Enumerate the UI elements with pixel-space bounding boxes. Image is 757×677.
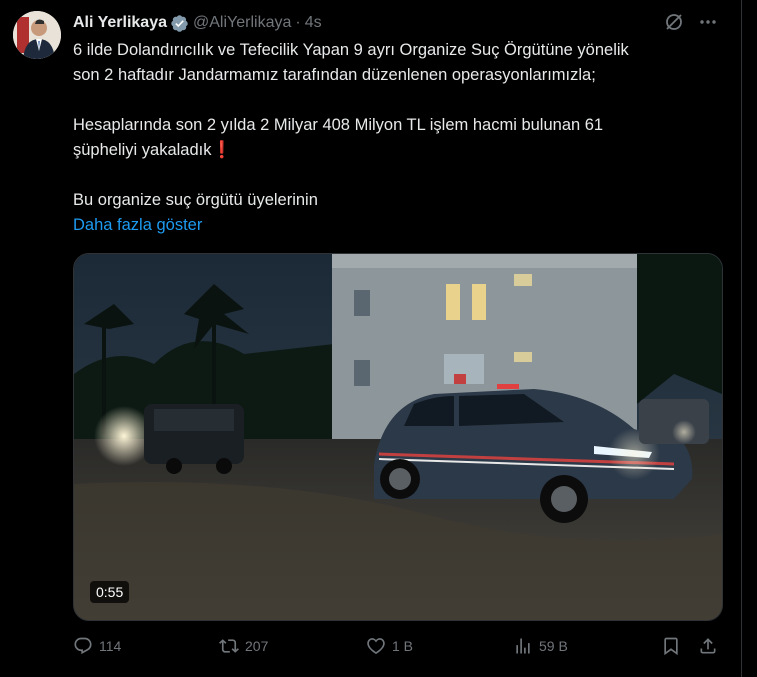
- reply-icon: [74, 637, 92, 655]
- more-icon[interactable]: [698, 12, 718, 32]
- avatar[interactable]: [13, 11, 61, 59]
- repost-icon: [219, 639, 239, 653]
- author-name[interactable]: Ali Yerlikaya: [73, 14, 167, 32]
- video-frame: [74, 254, 722, 620]
- tweet-line-text: şüpheliyi yakaladık: [73, 141, 212, 159]
- share-button[interactable]: [698, 636, 718, 656]
- bookmark-icon: [664, 637, 678, 656]
- views-button[interactable]: 59 B: [513, 636, 568, 656]
- tweet-header: Ali Yerlikaya @AliYerlikaya · 4s: [73, 12, 322, 34]
- reply-count: 114: [99, 638, 122, 654]
- tweet-line: Bu organize suç örgütü üyelerinin: [73, 191, 318, 209]
- tweet-line: son 2 haftadır Jandarmamız tarafından dü…: [73, 66, 596, 84]
- like-button[interactable]: 1 B: [366, 636, 413, 656]
- avatar-image: [13, 11, 61, 59]
- exclamation-emoji: ❗: [211, 141, 233, 159]
- like-count: 1 B: [392, 638, 414, 654]
- timestamp[interactable]: 4s: [305, 14, 322, 32]
- tweet-line: 6 ilde Dolandırıcılık ve Tefecilik Yapan…: [73, 41, 629, 59]
- share-icon: [700, 638, 716, 654]
- verified-badge-icon[interactable]: [170, 14, 189, 33]
- separator-dot: ·: [295, 14, 301, 31]
- tweet-line: Hesaplarında son 2 yılda 2 Milyar 408 Mi…: [73, 116, 604, 134]
- bookmark-button[interactable]: [661, 636, 681, 656]
- tweet-text: 6 ilde Dolandırıcılık ve Tefecilik Yapan…: [73, 38, 728, 238]
- tweet-line: şüpheliyi yakaladık❗: [73, 138, 728, 163]
- reply-button[interactable]: 114: [73, 636, 121, 656]
- video-duration: 0:55: [90, 581, 130, 603]
- video-player[interactable]: 0:55: [73, 253, 723, 621]
- views-count: 59 B: [539, 638, 568, 654]
- tweet-top-actions: [664, 12, 718, 32]
- show-more-link[interactable]: Daha fazla göster: [73, 216, 202, 234]
- repost-count: 207: [245, 638, 269, 654]
- grok-icon[interactable]: [664, 12, 684, 32]
- like-icon: [367, 638, 385, 654]
- author-handle[interactable]: @AliYerlikaya: [193, 14, 291, 32]
- repost-button[interactable]: 207: [219, 636, 268, 656]
- views-icon: [516, 638, 530, 654]
- action-bar: 114 207 1 B 59 B: [73, 636, 721, 660]
- timeline-divider: [741, 0, 742, 677]
